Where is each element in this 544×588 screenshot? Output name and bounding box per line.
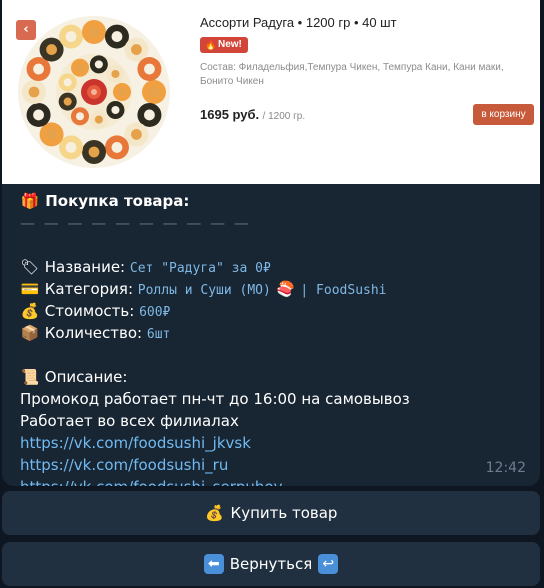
sushi-filling	[63, 78, 72, 87]
money-bag-icon: 💰	[205, 504, 224, 522]
message-bubble: ‹ Ассорти Радуга • 1200 гр • 40 шт 🔥 New…	[2, 0, 540, 486]
sushi-filling	[111, 142, 123, 153]
sushi-filling	[94, 60, 103, 69]
link-ru[interactable]: https://vk.com/foodsushi_ru	[20, 454, 530, 476]
go-back-button[interactable]: ⬅ Вернуться ↩	[2, 542, 540, 586]
sushi-filling	[88, 146, 100, 158]
sushi-filling	[111, 105, 120, 115]
sushi-filling	[63, 97, 72, 106]
message-text: 🎁 Покупка товара: — — — — — — — — — — 🏷 …	[20, 190, 530, 486]
credit-card-icon: 💳	[20, 280, 40, 298]
sushi-filling	[111, 69, 120, 79]
buy-button-label: Купить товар	[230, 504, 338, 522]
sushi-filling	[94, 115, 103, 124]
sushi-filling	[117, 87, 127, 97]
category-value: Роллы и Суши (МО)	[137, 283, 271, 298]
sushi-set-image	[18, 16, 170, 168]
sushi-filling	[144, 63, 155, 75]
sushi-filling	[28, 86, 40, 98]
name-value: Сет "Радуга" за 0₽	[129, 261, 271, 276]
back-arrow-icon[interactable]: ‹	[16, 20, 36, 40]
flame-icon: 🔥	[205, 40, 217, 50]
sushi-filling	[131, 44, 142, 55]
sushi-filling	[148, 86, 160, 98]
category-row: 💳 Категория: Роллы и Суши (МО) 🍣 | FoodS…	[20, 280, 387, 298]
description-heading: 📜 Описание:	[20, 368, 128, 386]
sushi-filling	[33, 63, 44, 75]
link-jkvsk[interactable]: https://vk.com/foodsushi_jkvsk	[20, 432, 530, 454]
sushi-filling	[75, 63, 85, 72]
price-value: 1695 руб.	[200, 107, 260, 122]
divider-line: — — — — — — — — — —	[20, 214, 251, 232]
purchase-heading: 🎁 Покупка товара:	[20, 192, 190, 210]
badge-label: New!	[218, 39, 242, 50]
quantity-row: 📦 Количество: 6шт	[20, 324, 171, 342]
price-unit: / 1200 гр.	[262, 111, 306, 122]
sushi-filling	[88, 26, 100, 38]
new-badge: 🔥 New!	[200, 37, 248, 53]
add-to-cart-button[interactable]: в корзину	[473, 104, 534, 125]
product-composition: Состав: Филадельфия,Темпура Чикен, Темпу…	[200, 62, 504, 87]
description-line-1: Промокод работает пн-чт до 16:00 на само…	[20, 390, 410, 408]
product-price: 1695 руб. / 1200 гр.	[200, 107, 305, 122]
link-serpuhov[interactable]: https://vk.com/foodsushi_serpuhov	[20, 476, 530, 486]
sushi-filling	[33, 109, 44, 121]
message-time: 12:42	[485, 460, 526, 476]
product-title: Ассорти Радуга • 1200 гр • 40 шт	[200, 15, 397, 30]
product-preview-card[interactable]: ‹ Ассорти Радуга • 1200 гр • 40 шт 🔥 New…	[2, 0, 540, 184]
package-icon: 📦	[20, 324, 40, 342]
sushi-filling	[65, 142, 77, 153]
scroll-icon: 📜	[20, 368, 40, 386]
category-shop: | FoodSushi	[300, 283, 387, 298]
quantity-value: 6шт	[146, 327, 171, 342]
sushi-icon: 🍣	[276, 280, 295, 298]
gift-icon: 🎁	[20, 192, 40, 210]
sushi-filling	[131, 129, 142, 140]
sushi-filling	[46, 129, 57, 140]
sushi-filling	[75, 112, 85, 121]
return-icon: ↩	[318, 554, 339, 574]
cost-value: 600₽	[139, 305, 171, 320]
name-row: 🏷 Название: Сет "Радуга" за 0₽	[20, 258, 271, 276]
sushi-filling	[65, 31, 77, 42]
buy-product-button[interactable]: 💰 Купить товар	[2, 491, 540, 535]
back-button-label: Вернуться	[229, 555, 313, 573]
sushi-filling	[111, 31, 123, 42]
sushi-filling	[46, 44, 57, 55]
sushi-filling	[144, 109, 155, 121]
label-icon: 🏷	[20, 258, 40, 276]
arrow-left-icon: ⬅	[203, 554, 224, 574]
description-line-2: Работает во всех филиалах	[20, 412, 239, 430]
cost-row: 💰 Стоимость: 600₽	[20, 302, 171, 320]
money-bag-icon: 💰	[20, 302, 40, 320]
